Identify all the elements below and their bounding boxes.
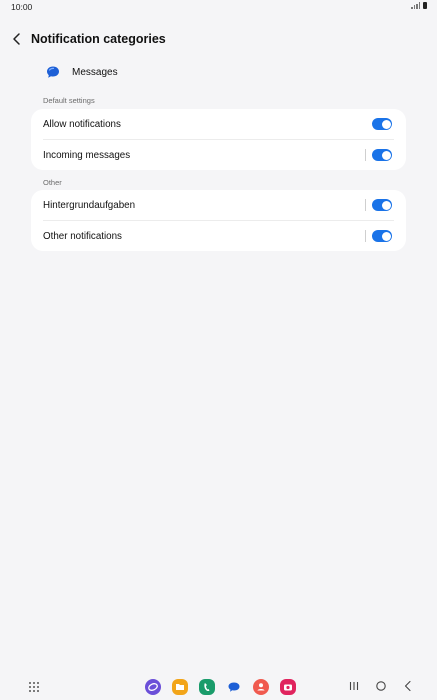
page-title: Notification categories bbox=[31, 32, 166, 46]
setting-row-incoming-messages[interactable]: Incoming messages bbox=[43, 139, 394, 170]
vertical-divider bbox=[365, 199, 366, 211]
section-label-other: Other bbox=[43, 178, 62, 187]
allow-notifications-toggle[interactable] bbox=[372, 118, 392, 130]
vertical-divider bbox=[365, 230, 366, 242]
apps-grid-icon[interactable] bbox=[29, 682, 39, 692]
status-bar: 10:00 bbox=[0, 0, 437, 14]
section-label-default-settings: Default settings bbox=[43, 96, 95, 105]
phone-icon[interactable] bbox=[199, 679, 215, 695]
internet-icon[interactable] bbox=[145, 679, 161, 695]
app-name: Messages bbox=[72, 66, 118, 78]
other-notifications-toggle[interactable] bbox=[372, 230, 392, 242]
messages-icon[interactable] bbox=[226, 679, 242, 695]
setting-label: Hintergrundaufgaben bbox=[43, 199, 136, 211]
signal-icon bbox=[411, 2, 420, 9]
app-info: Messages bbox=[45, 64, 118, 80]
setting-row-allow-notifications[interactable]: Allow notifications bbox=[31, 109, 406, 139]
battery-icon bbox=[423, 2, 427, 9]
status-icons bbox=[411, 2, 427, 9]
messages-icon bbox=[47, 66, 59, 78]
dock bbox=[145, 679, 296, 695]
setting-label: Incoming messages bbox=[43, 149, 131, 161]
incoming-messages-toggle[interactable] bbox=[372, 149, 392, 161]
setting-row-hintergrundaufgaben[interactable]: Hintergrundaufgaben bbox=[31, 190, 406, 220]
setting-row-other-notifications[interactable]: Other notifications bbox=[43, 220, 394, 251]
recent-apps-icon[interactable] bbox=[348, 680, 360, 692]
vertical-divider bbox=[365, 149, 366, 161]
back-icon[interactable] bbox=[402, 680, 414, 692]
status-time: 10:00 bbox=[11, 2, 33, 12]
setting-label: Other notifications bbox=[43, 230, 122, 242]
navigation-bar bbox=[0, 674, 437, 700]
contacts-icon[interactable] bbox=[253, 679, 269, 695]
setting-label: Allow notifications bbox=[43, 118, 121, 130]
settings-card-other: Hintergrundaufgaben Other notifications bbox=[31, 190, 406, 251]
back-arrow-icon[interactable] bbox=[10, 32, 24, 46]
hintergrundaufgaben-toggle[interactable] bbox=[372, 199, 392, 211]
camera-icon[interactable] bbox=[280, 679, 296, 695]
my-files-icon[interactable] bbox=[172, 679, 188, 695]
home-icon[interactable] bbox=[375, 680, 387, 692]
header: Notification categories bbox=[0, 28, 437, 52]
settings-card-default: Allow notifications Incoming messages bbox=[31, 109, 406, 170]
